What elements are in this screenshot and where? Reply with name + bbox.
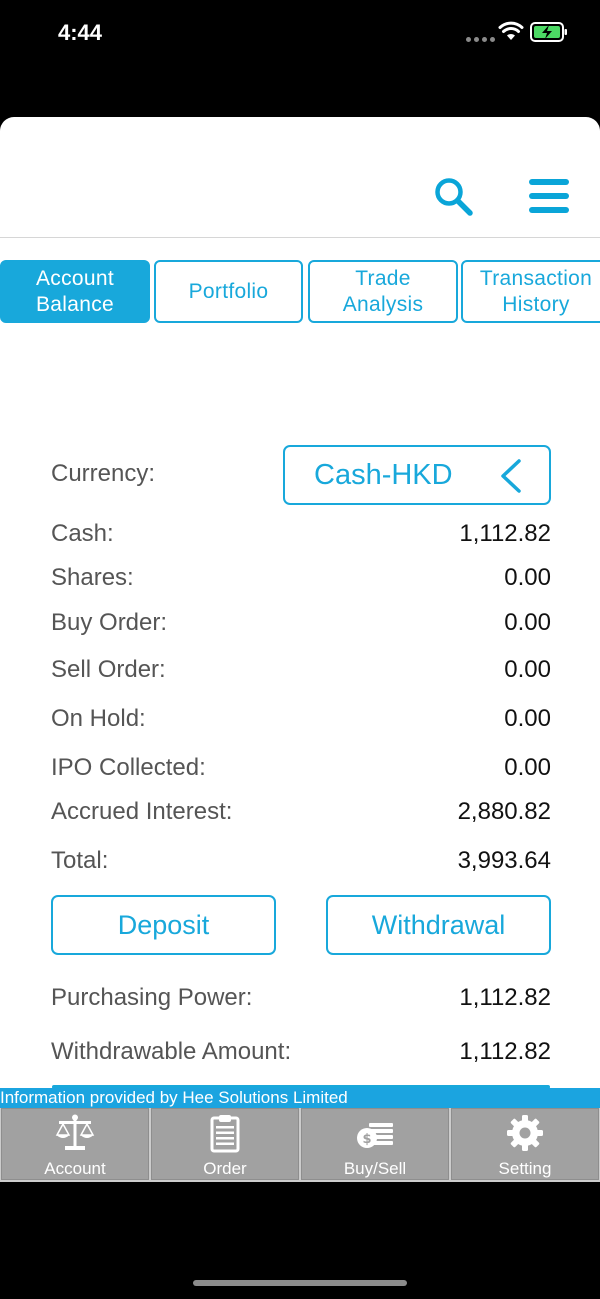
tabbar-item-account[interactable]: Account: [1, 1108, 149, 1180]
row-label: Total:: [51, 847, 109, 874]
row-value: 0.00: [504, 564, 551, 591]
row-value: 1,112.82: [459, 520, 551, 547]
status-bar: 4:44: [0, 0, 600, 70]
row-value: 1,112.82: [459, 1038, 551, 1065]
row-value: 3,993.64: [457, 847, 551, 874]
chevron-left-icon: [501, 459, 521, 493]
deposit-button[interactable]: Deposit: [51, 895, 276, 955]
balance-row-buy-order: Buy Order: 0.00: [51, 609, 551, 641]
withdrawal-button[interactable]: Withdrawal: [326, 895, 551, 955]
row-label: Purchasing Power:: [51, 984, 253, 1011]
balance-row-on-hold: On Hold: 0.00: [51, 705, 551, 737]
cellular-signal-icon: [466, 32, 498, 42]
balance-row-accrued-interest: Accrued Interest: 2,880.82: [51, 798, 551, 830]
currency-value: Cash-HKD: [314, 459, 453, 491]
status-time: 4:44: [58, 20, 103, 45]
balance-row-ipo-collected: IPO Collected: 0.00: [51, 754, 551, 786]
svg-text:$: $: [362, 1132, 371, 1147]
row-value: 2,880.82: [457, 798, 551, 825]
app-header: [0, 117, 600, 238]
tabbar-label: Buy/Sell: [343, 1159, 407, 1178]
tab-transaction-history[interactable]: Transaction History: [461, 260, 600, 323]
purchasing-power-row: Purchasing Power: 1,112.82: [51, 984, 551, 1016]
tabbar-label: Setting: [498, 1159, 552, 1178]
battery-charging-icon: [530, 22, 567, 42]
tabbar-item-order[interactable]: Order: [151, 1108, 299, 1180]
row-label: Shares:: [51, 564, 134, 591]
row-value: 0.00: [504, 656, 551, 683]
tab-trade-analysis[interactable]: Trade Analysis: [308, 260, 458, 323]
row-value: 0.00: [504, 609, 551, 636]
account-sheet: Account Balance Portfolio Trade Analysis…: [0, 117, 600, 1089]
withdrawable-amount-row: Withdrawable Amount: 1,112.82: [51, 1038, 551, 1070]
hamburger-menu-icon[interactable]: [526, 179, 572, 213]
balance-row-shares: Shares: 0.00: [51, 564, 551, 596]
row-value: 0.00: [504, 754, 551, 781]
account-tabs: Account Balance Portfolio Trade Analysis…: [0, 260, 600, 327]
row-label: Accrued Interest:: [51, 798, 233, 825]
scale-icon: [55, 1114, 95, 1150]
clipboard-icon: [210, 1115, 240, 1153]
tabbar-item-buy-sell[interactable]: $ Buy/Sell: [301, 1108, 449, 1180]
wifi-icon: [498, 21, 524, 40]
balance-row-sell-order: Sell Order: 0.00: [51, 656, 551, 688]
row-label: Withdrawable Amount:: [51, 1038, 292, 1065]
row-label: IPO Collected:: [51, 754, 206, 781]
row-label: Cash:: [51, 520, 114, 547]
row-value: 0.00: [504, 705, 551, 732]
bottom-tab-bar: Account Order $ Buy/Sell Setting: [0, 1108, 600, 1182]
gear-icon: [507, 1115, 543, 1151]
tabbar-item-setting[interactable]: Setting: [451, 1108, 599, 1180]
balance-row-total: Total: 3,993.64: [51, 847, 551, 879]
info-bar: Information provided by Hee Solutions Li…: [0, 1088, 600, 1108]
row-label: Sell Order:: [51, 656, 166, 683]
currency-select[interactable]: Cash-HKD: [283, 445, 551, 505]
search-icon[interactable]: [432, 175, 476, 219]
row-label: Buy Order:: [51, 609, 168, 636]
tabbar-label: Account: [44, 1159, 106, 1178]
money-icon: $: [357, 1123, 393, 1148]
tabbar-label: Order: [203, 1159, 247, 1178]
home-indicator[interactable]: [193, 1280, 407, 1286]
currency-label: Currency:: [51, 460, 156, 487]
balance-row-cash: Cash: 1,112.82: [51, 520, 551, 552]
row-value: 1,112.82: [459, 984, 551, 1011]
tab-account-balance[interactable]: Account Balance: [0, 260, 150, 323]
tab-portfolio[interactable]: Portfolio: [154, 260, 303, 323]
row-label: On Hold:: [51, 705, 146, 732]
